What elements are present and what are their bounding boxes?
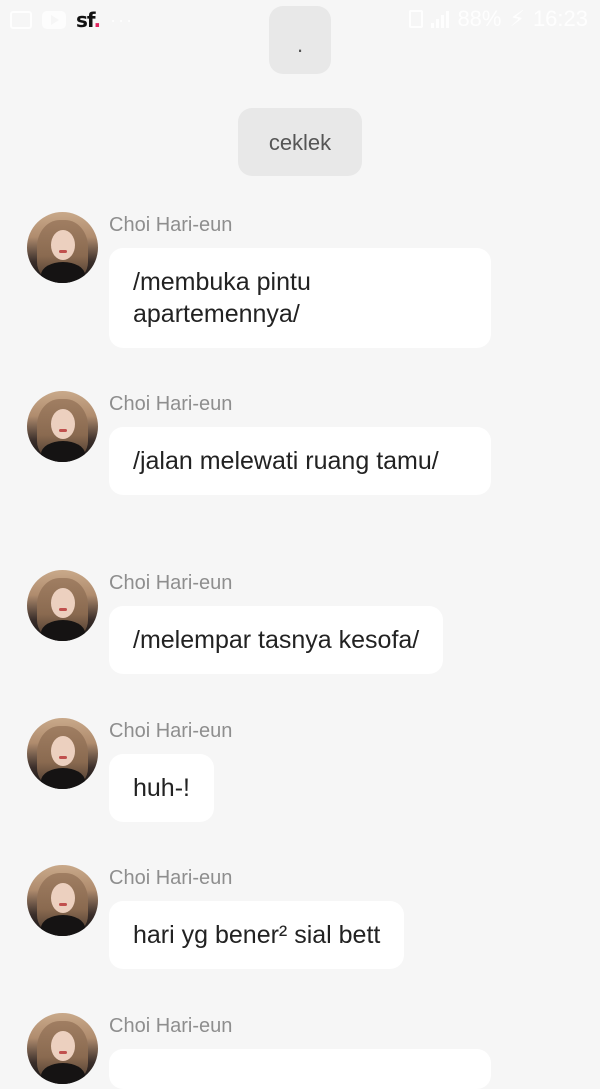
app-logo-dot: . [93,8,102,32]
message-bubble[interactable]: /membuka pintu apartemennya/ [109,248,491,348]
message-bubble[interactable]: huh-! [109,754,214,822]
avatar[interactable] [27,570,98,641]
system-message: ceklek [238,108,362,176]
avatar[interactable] [27,391,98,462]
app-logo: sf. [76,8,102,32]
sender-name: Choi Hari-eun [109,393,233,415]
system-message: . [269,6,331,74]
sim-icon [409,10,424,28]
status-left: sf. ··· [10,8,134,32]
message-bubble[interactable]: /jalan melewati ruang tamu/ [109,427,491,495]
battery-percent: 88% [457,6,502,31]
youtube-icon [42,11,66,29]
sender-name: Choi Hari-eun [109,214,233,236]
sender-name: Choi Hari-eun [109,1015,233,1037]
avatar[interactable] [27,212,98,283]
charging-icon: ⚡ [509,6,525,31]
avatar[interactable] [27,865,98,936]
more-notifications-icon: ··· [110,9,135,30]
sender-name: Choi Hari-eun [109,720,233,742]
avatar[interactable] [27,718,98,789]
avatar[interactable] [27,1013,98,1084]
clock: 16:23 [532,6,588,31]
message-bubble[interactable]: hari yg bener² sial bett [109,901,405,969]
message-bubble[interactable] [109,1049,491,1089]
gallery-icon [10,11,32,29]
sender-name: Choi Hari-eun [109,867,233,889]
app-logo-text: sf [76,8,94,32]
message-bubble[interactable]: /melempar tasnya kesofa/ [109,606,444,674]
status-right: 88% ⚡ 16:23 [409,6,588,32]
signal-icon [431,10,450,28]
sender-name: Choi Hari-eun [109,572,233,594]
